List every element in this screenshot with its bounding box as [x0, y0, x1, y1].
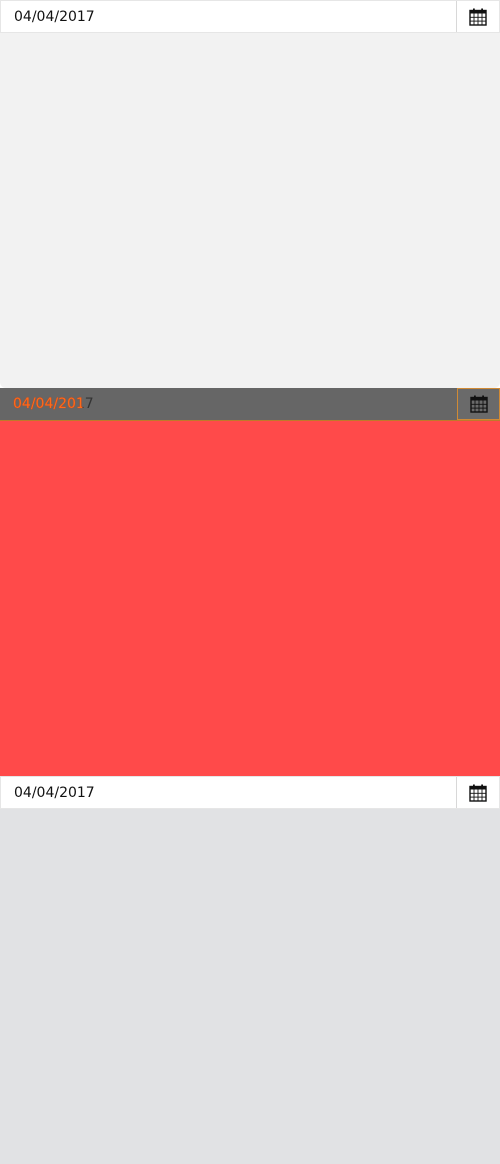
date-input-field-disabled[interactable]: 04/04/2017 04/04/2017: [0, 388, 500, 421]
calendar-button[interactable]: [456, 1, 499, 32]
date-value[interactable]: 04/04/2017 04/04/2017: [0, 388, 457, 420]
calendar-icon: [469, 395, 488, 413]
date-value-overlay: 04/04/2017: [13, 396, 94, 412]
datepicker-panel-grey: 04/04/2017: [0, 776, 500, 1164]
calendar-icon: [469, 8, 487, 26]
date-input-field[interactable]: 04/04/2017: [0, 776, 500, 809]
calendar-icon: [469, 784, 487, 802]
date-input-field[interactable]: 04/04/2017: [0, 0, 500, 33]
calendar-button[interactable]: [457, 388, 500, 420]
datepicker-panel-error: 04/04/2017 04/04/2017: [0, 388, 500, 776]
date-value[interactable]: 04/04/2017: [1, 1, 456, 32]
datepicker-panel-default: 04/04/2017: [0, 0, 500, 388]
calendar-button[interactable]: [456, 777, 499, 808]
date-value[interactable]: 04/04/2017: [1, 777, 456, 808]
